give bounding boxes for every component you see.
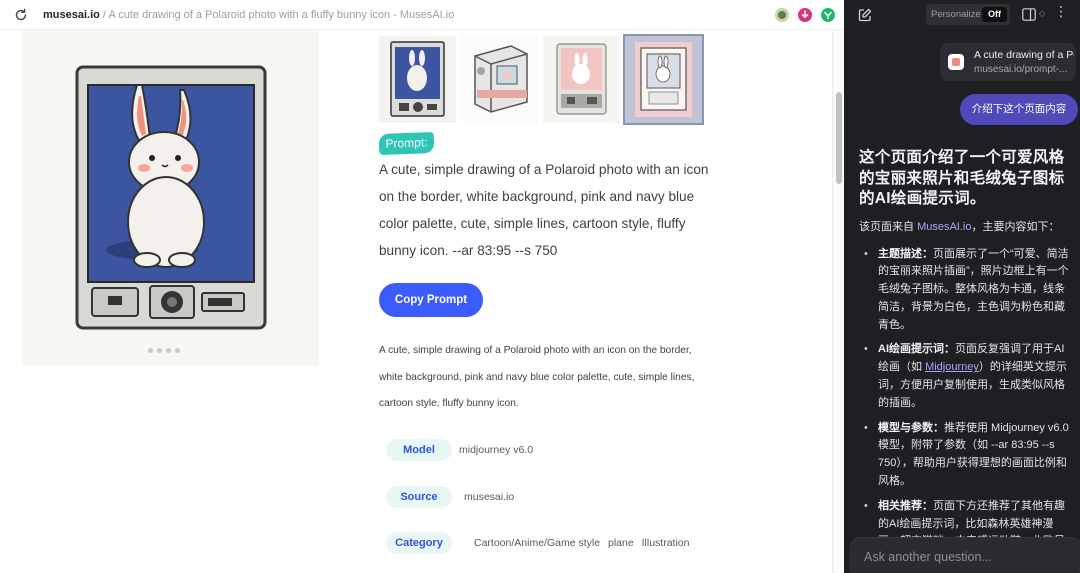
- site-favicon-icon: [948, 54, 964, 70]
- sidebar-toolbar: Personalize Off ◇ ⋮: [844, 0, 1080, 30]
- thumbnail-3[interactable]: [543, 36, 620, 123]
- extension-1-icon[interactable]: [775, 8, 789, 22]
- prompt-description: A cute, simple drawing of a Polaroid pho…: [379, 345, 695, 409]
- url-page-title: A cute drawing of a Polaroid photo with …: [108, 9, 455, 21]
- item-heading: 模型与参数：: [878, 421, 944, 434]
- intro-suffix: ，主要内容如下：: [971, 220, 1060, 233]
- prompt-text: A cute, simple drawing of a Polaroid pho…: [379, 162, 709, 258]
- hero-image[interactable]: [22, 30, 319, 366]
- ask-question-input[interactable]: [864, 547, 1064, 567]
- link-card-url: musesai.io/prompt-...: [974, 64, 1068, 75]
- meta-label-source[interactable]: Source: [386, 486, 452, 508]
- panel-layout-icon[interactable]: [1022, 8, 1036, 21]
- meta-row-source: Source musesai.io: [386, 486, 519, 508]
- url-text[interactable]: musesai.io / A cute drawing of a Polaroi…: [43, 9, 454, 21]
- answer-list: 主题描述：页面展示了一个“可爱、简洁的宝丽来照片插画”，照片边框上有一个毛绒兔子…: [859, 246, 1073, 570]
- list-item: 主题描述：页面展示了一个“可爱、简洁的宝丽来照片插画”，照片边框上有一个毛绒兔子…: [859, 246, 1073, 335]
- category-tag[interactable]: Cartoon/Anime/Game style: [474, 537, 600, 549]
- url-host: musesai.io: [43, 9, 100, 21]
- scrollbar-thumb[interactable]: [836, 92, 842, 184]
- carousel-dots[interactable]: [148, 348, 180, 353]
- meta-value-model: midjourney v6.0: [459, 444, 538, 456]
- context-link-card[interactable]: A cute drawing of a Polaroid photo... mu…: [940, 43, 1076, 81]
- meta-row-model: Model midjourney v6.0: [386, 439, 538, 461]
- list-item: 模型与参数：推荐使用 Midjourney v6.0 模型，附带了参数（如 --…: [859, 420, 1073, 491]
- meta-label-category[interactable]: Category: [386, 532, 452, 554]
- browser-pane: musesai.io / A cute drawing of a Polaroi…: [0, 0, 844, 573]
- personalize-state[interactable]: Off: [982, 7, 1007, 22]
- meta-value-source: musesai.io: [464, 491, 519, 503]
- answer-title: 这个页面介绍了一个可爱风格的宝丽来照片和毛绒兔子图标的AI绘画提示词。: [859, 149, 1065, 207]
- meta-value[interactable]: musesai.io: [464, 491, 514, 503]
- chat-input-box[interactable]: [850, 537, 1080, 573]
- source-link[interactable]: MusesAI.io: [917, 221, 971, 233]
- personalize-toggle[interactable]: Personalize Off: [926, 4, 1010, 25]
- copy-prompt-button[interactable]: Copy Prompt: [379, 283, 483, 317]
- thumbnail-1[interactable]: [379, 36, 456, 123]
- carousel-dot[interactable]: [166, 348, 171, 353]
- user-message-bubble: 介绍下这个页面内容: [960, 94, 1078, 125]
- thumbnail-strip: [379, 34, 704, 125]
- personalize-label: Personalize: [931, 9, 981, 20]
- carousel-dot[interactable]: [148, 348, 153, 353]
- chevron-updown-icon[interactable]: ◇: [1039, 9, 1045, 18]
- item-heading: AI绘画提示词：: [878, 343, 955, 356]
- carousel-dot[interactable]: [157, 348, 162, 353]
- new-chat-icon[interactable]: [858, 8, 872, 22]
- link-card-title: A cute drawing of a Polaroid photo...: [974, 49, 1074, 61]
- thumbnail-4[interactable]: [623, 34, 704, 125]
- carousel-dot[interactable]: [175, 348, 180, 353]
- prompt-tag: Prompt:: [378, 132, 435, 155]
- extension-3-icon[interactable]: [821, 8, 835, 22]
- item-heading: 相关推荐：: [878, 499, 933, 512]
- more-options-icon[interactable]: ⋮: [1054, 3, 1068, 20]
- meta-value-category: Cartoon/Anime/Game style plane Illustrat…: [474, 537, 694, 549]
- ai-sidebar: Personalize Off ◇ ⋮ A cute drawing of a …: [844, 0, 1080, 573]
- page-scrollbar[interactable]: [832, 30, 844, 573]
- meta-value[interactable]: midjourney v6.0: [459, 444, 533, 456]
- item-heading: 主题描述：: [878, 247, 933, 260]
- reload-icon[interactable]: [14, 8, 28, 22]
- extension-2-icon[interactable]: [798, 8, 812, 22]
- answer-intro: 该页面来自 MusesAI.io，主要内容如下：: [859, 219, 1073, 236]
- category-tag[interactable]: Illustration: [642, 537, 690, 549]
- thumbnail-2[interactable]: [461, 36, 538, 123]
- midjourney-link[interactable]: Midjourney: [925, 361, 979, 373]
- url-separator: /: [102, 9, 106, 21]
- intro-prefix: 该页面来自: [859, 220, 918, 233]
- meta-label-model[interactable]: Model: [386, 439, 452, 461]
- list-item: AI绘画提示词：页面反复强调了用于AI绘画（如 Midjourney）的详细英文…: [859, 341, 1073, 412]
- assistant-answer: 这个页面介绍了一个可爱风格的宝丽来照片和毛绒兔子图标的AI绘画提示词。 该页面来…: [859, 148, 1073, 573]
- category-tag[interactable]: plane: [608, 537, 634, 549]
- meta-row-category: Category Cartoon/Anime/Game style plane …: [386, 532, 694, 554]
- address-bar[interactable]: musesai.io / A cute drawing of a Polaroi…: [0, 0, 844, 30]
